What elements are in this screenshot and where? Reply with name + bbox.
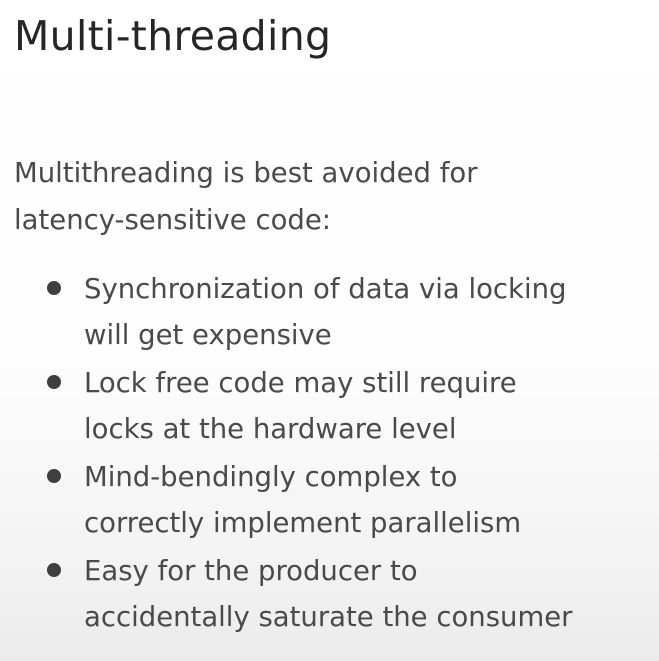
bullet-line-2: locks at the hardware level [84,413,457,445]
bullet-dot-icon [47,281,61,295]
bullet-line-1: Easy for the producer to [84,555,418,587]
bullet-item: Easy for the producer to accidentally sa… [0,548,644,640]
bullet-line-2: accidentally saturate the consumer [84,601,573,633]
intro-line-1: Multithreading is best avoided for [14,157,478,189]
bullet-line-2: will get expensive [84,319,332,351]
slide-title: Multi-threading [14,12,332,60]
bullet-list: Synchronization of data via locking will… [0,266,659,642]
bullet-item: Synchronization of data via locking will… [0,266,644,358]
slide: Multi-threading Multithreading is best a… [0,0,659,661]
bullet-line-1: Synchronization of data via locking [84,273,567,305]
intro-text: Multithreading is best avoided for laten… [14,150,634,244]
bullet-dot-icon [47,563,61,577]
bullet-item: Mind-bendingly complex to correctly impl… [0,454,644,546]
bullet-dot-icon [47,469,61,483]
bullet-line-1: Lock free code may still require [84,367,517,399]
bullet-line-1: Mind-bendingly complex to [84,461,458,493]
bullet-item: Lock free code may still require locks a… [0,360,644,452]
bullet-line-2: correctly implement parallelism [84,507,522,539]
intro-line-2: latency-sensitive code: [14,204,332,236]
bullet-dot-icon [47,375,61,389]
